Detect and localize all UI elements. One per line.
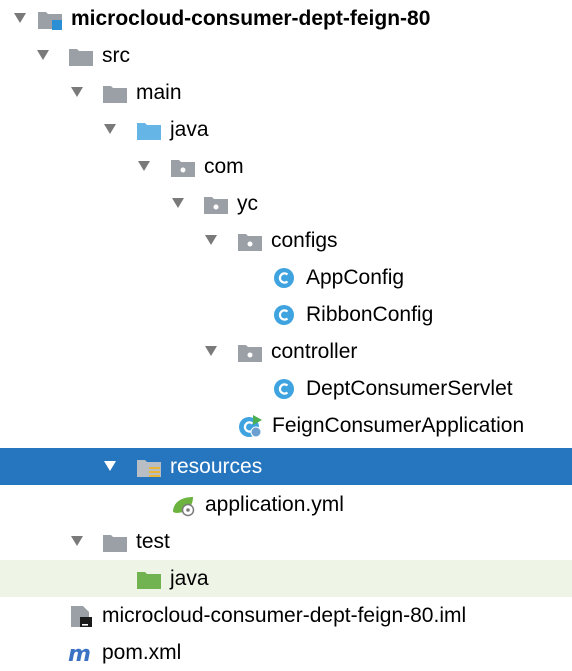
iml-file-icon [71, 606, 92, 627]
tree-item-label: microcloud-consumer-dept-feign-80.iml [102, 604, 467, 627]
module-folder-icon [38, 12, 62, 30]
tree-row-deptconsumerservlet[interactable]: DeptConsumerServlet [0, 370, 572, 407]
expand-arrow-icon[interactable] [104, 124, 116, 134]
tree-row-test[interactable]: test [0, 523, 572, 560]
expand-arrow-icon[interactable] [14, 13, 26, 23]
expand-arrow-icon[interactable] [205, 235, 217, 245]
tree-row-iml-file[interactable]: microcloud-consumer-dept-feign-80.iml [0, 597, 572, 634]
tree-row-pom-xml[interactable]: m pom.xml [0, 634, 572, 671]
expand-arrow-icon[interactable] [172, 198, 184, 208]
tree-row-application-yml[interactable]: application.yml [0, 486, 572, 523]
maven-file-icon: m [68, 642, 91, 665]
tree-row-configs[interactable]: configs [0, 222, 572, 259]
class-icon [274, 268, 294, 288]
package-icon [204, 197, 228, 214]
expand-arrow-icon[interactable] [71, 536, 83, 546]
tree-row-appconfig[interactable]: AppConfig [0, 259, 572, 296]
tree-item-label: RibbonConfig [306, 303, 434, 326]
source-folder-icon [137, 123, 161, 140]
package-icon [238, 234, 262, 251]
tree-row-main[interactable]: main [0, 74, 572, 111]
tree-item-label: resources [170, 455, 263, 478]
tree-item-label: AppConfig [306, 266, 405, 289]
package-icon [238, 345, 262, 362]
folder-icon [103, 86, 127, 103]
tree-row-yc[interactable]: yc [0, 185, 572, 222]
tree-item-label: java [170, 567, 209, 590]
tree-row-com[interactable]: com [0, 148, 572, 185]
expand-arrow-icon[interactable] [138, 161, 150, 171]
tree-item-label: src [102, 44, 130, 67]
resources-folder-icon [137, 460, 161, 477]
tree-item-label: main [136, 81, 182, 104]
tree-row-java-test[interactable]: java [0, 560, 572, 597]
tree-row-src[interactable]: src [0, 37, 572, 74]
tree-row-controller[interactable]: controller [0, 333, 572, 370]
tree-item-label: DeptConsumerServlet [306, 377, 513, 400]
tree-item-label: test [136, 530, 170, 553]
expand-arrow-icon[interactable] [71, 87, 83, 97]
tree-row-feignconsumerapplication[interactable]: FeignConsumerApplication [0, 407, 572, 444]
tree-item-label: FeignConsumerApplication [272, 414, 525, 437]
spring-config-file-icon [173, 497, 195, 517]
tree-item-label: application.yml [205, 493, 344, 516]
class-icon [274, 379, 294, 399]
folder-icon [103, 535, 127, 552]
tree-item-label: configs [271, 229, 338, 252]
class-icon [274, 305, 294, 325]
tree-item-label: com [204, 155, 244, 178]
tree-item-label: java [170, 118, 209, 141]
project-tree: microcloud-consumer-dept-feign-80 src ma… [0, 0, 572, 671]
tree-item-label: pom.xml [102, 641, 182, 664]
spring-boot-class-icon [239, 415, 262, 438]
tree-item-label: yc [237, 192, 258, 215]
expand-arrow-icon[interactable] [205, 346, 217, 356]
tree-item-label: microcloud-consumer-dept-feign-80 [71, 7, 431, 30]
folder-icon [69, 49, 93, 66]
test-folder-icon [137, 572, 161, 589]
tree-row-module[interactable]: microcloud-consumer-dept-feign-80 [0, 0, 572, 37]
tree-row-java-source[interactable]: java [0, 111, 572, 148]
package-icon [171, 160, 195, 177]
svg-text:m: m [68, 642, 91, 665]
tree-item-label: controller [271, 340, 358, 363]
expand-arrow-icon[interactable] [104, 461, 116, 471]
expand-arrow-icon[interactable] [37, 50, 49, 60]
tree-row-resources[interactable]: resources [0, 448, 572, 485]
tree-row-ribbonconfig[interactable]: RibbonConfig [0, 296, 572, 333]
